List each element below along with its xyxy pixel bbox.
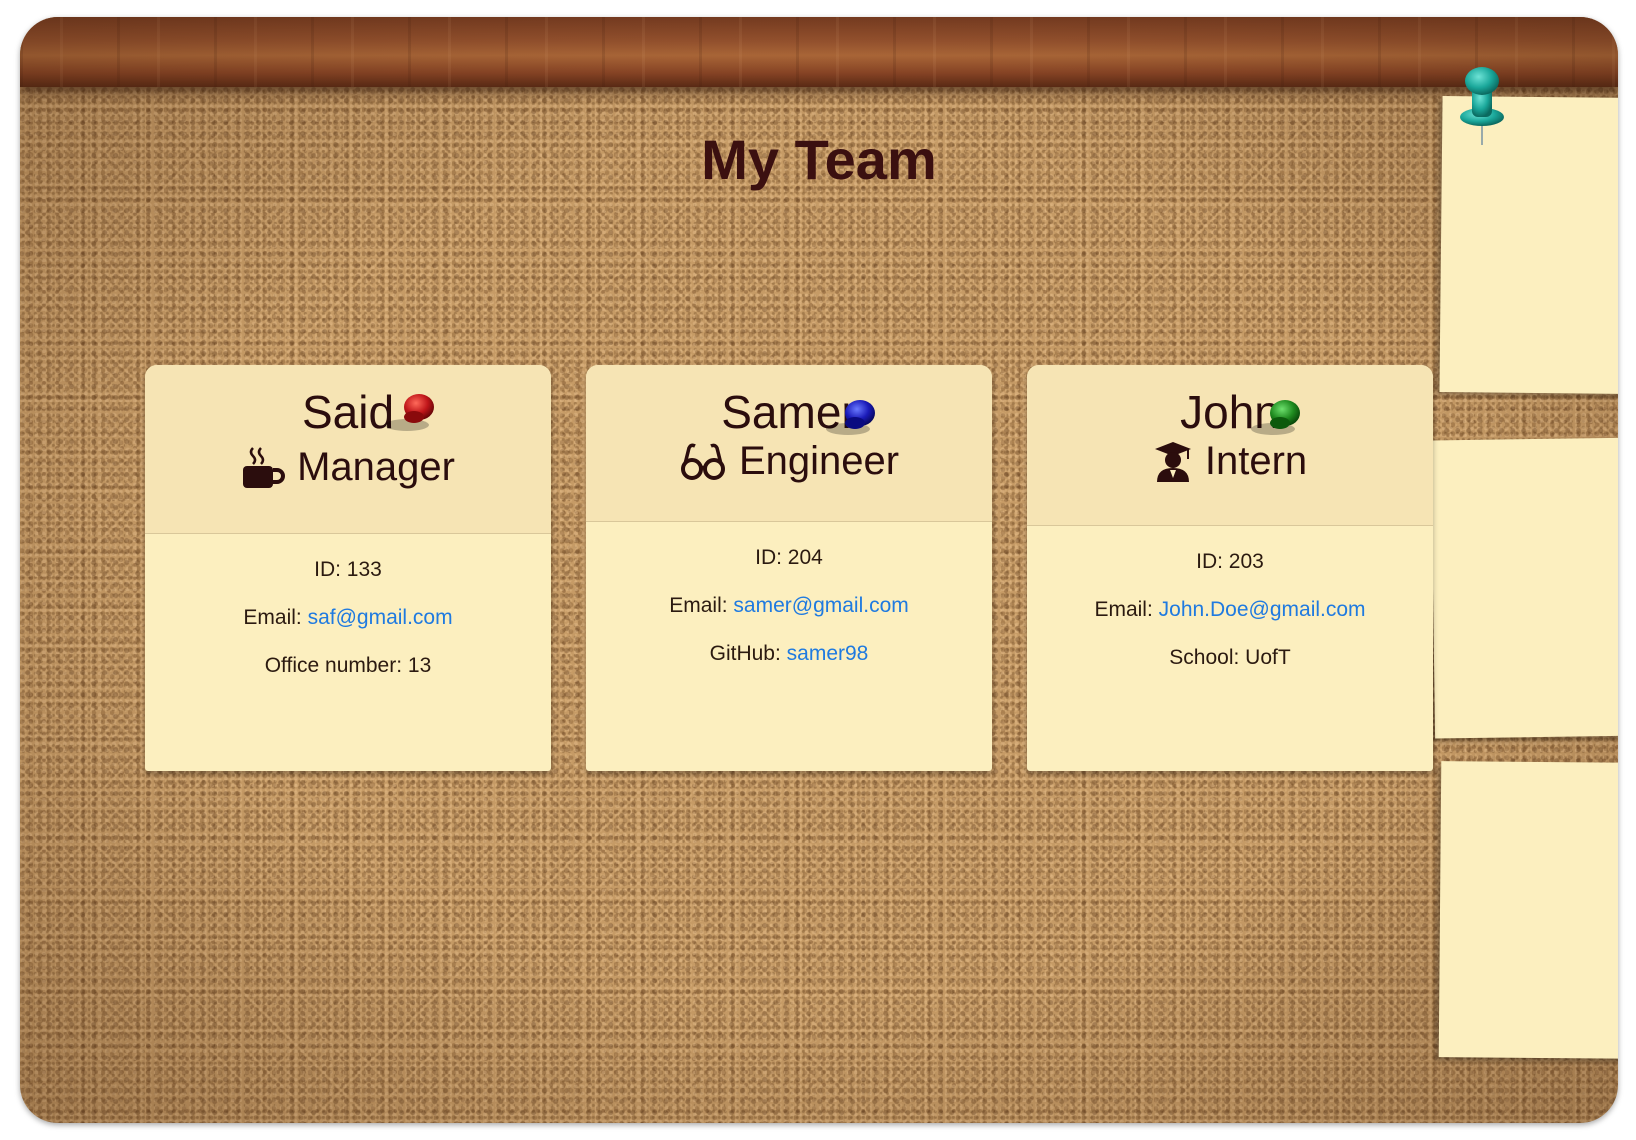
graduate-icon [1153, 440, 1193, 484]
card-body: ID: 204 Email: samer@gmail.com GitHub: s… [586, 522, 992, 666]
employee-card: Said Manager ID: 133 Email: saf@gmail.co… [145, 365, 551, 771]
blue-pushpin-icon [826, 400, 875, 435]
employee-email-row: Email: John.Doe@gmail.com [1027, 598, 1433, 622]
green-pushpin-icon [1251, 400, 1300, 435]
employee-email-row: Email: samer@gmail.com [586, 594, 992, 618]
extra-label: Office number: 13 [264, 654, 432, 677]
employee-role: Manager [145, 445, 551, 490]
card-body: ID: 203 Email: John.Doe@gmail.com School… [1027, 526, 1433, 670]
card-body: ID: 133 Email: saf@gmail.com Office numb… [145, 534, 551, 678]
email-label: Email: [1094, 598, 1159, 621]
employee-id: ID: 203 [1196, 550, 1264, 573]
email-link[interactable]: John.Doe@gmail.com [1159, 598, 1366, 621]
school-label: School: UofT [1169, 646, 1291, 669]
employee-school: School: UofT [1027, 646, 1433, 670]
employee-card: John Intern ID: 203 Email: John.Doe@gmai… [1027, 365, 1433, 771]
email-label: Email: [243, 606, 308, 629]
card-header: John Intern [1027, 365, 1433, 526]
wooden-frame-top [20, 17, 1618, 87]
email-link[interactable]: saf@gmail.com [308, 606, 453, 629]
employee-card: Samer Engineer ID: 204 Email: samer@gmai… [586, 365, 992, 771]
sticky-note [1430, 437, 1618, 739]
glasses-icon [679, 442, 727, 482]
employee-extra: Office number: 13 [145, 654, 551, 678]
card-header: Samer Engineer [586, 365, 992, 522]
page-title: My Team [701, 128, 937, 191]
email-label: Email: [669, 594, 734, 617]
github-label: GitHub: [709, 642, 787, 665]
email-link[interactable]: samer@gmail.com [733, 594, 908, 617]
employee-id: ID: 133 [314, 558, 382, 581]
coffee-mug-icon [241, 446, 286, 490]
employee-role: Intern [1027, 439, 1433, 484]
employee-email-row: Email: saf@gmail.com [145, 606, 551, 630]
employee-github-row: GitHub: samer98 [586, 642, 992, 666]
teal-pushpin-icon [1460, 67, 1504, 145]
card-header: Said Manager [145, 365, 551, 534]
role-label: Manager [297, 445, 455, 489]
red-pushpin-icon [385, 394, 434, 431]
employee-role: Engineer [586, 439, 992, 484]
employee-id: ID: 204 [755, 546, 823, 569]
corkboard: My Team Said Manager ID: 133 Email: saf@… [20, 17, 1618, 1123]
sticky-note [1438, 761, 1618, 1059]
github-link[interactable]: samer98 [787, 642, 869, 665]
